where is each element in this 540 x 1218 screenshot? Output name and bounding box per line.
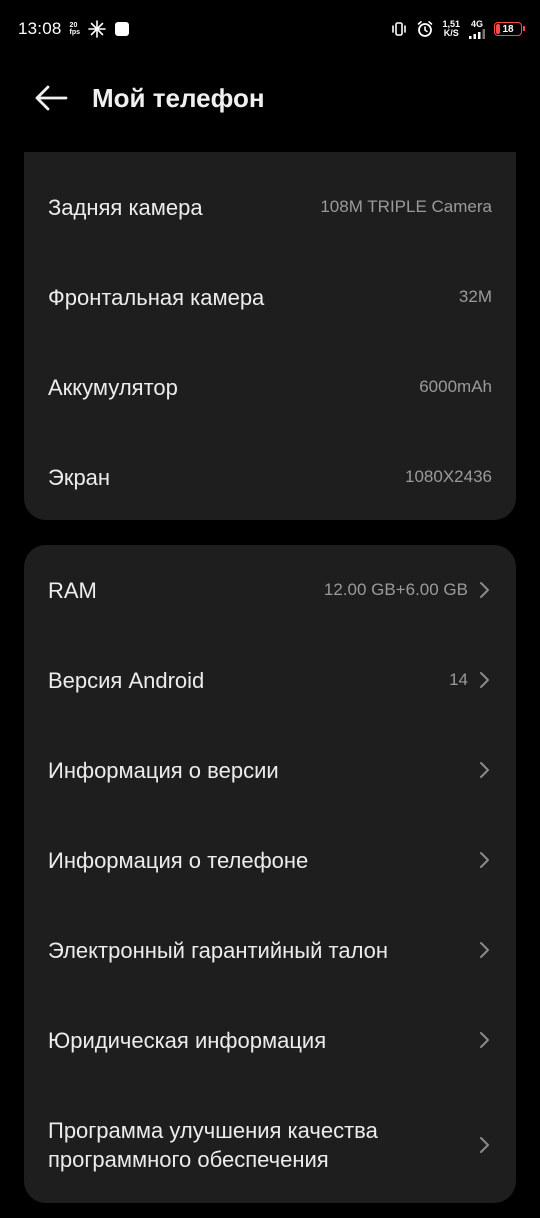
network-type-label: 4G — [470, 18, 483, 29]
spec-label: Задняя камера — [48, 194, 203, 220]
battery-fill — [496, 24, 500, 34]
app-header: Мой телефон — [0, 58, 540, 138]
menu-item-label: Информация о версии — [48, 757, 279, 783]
specs-card: Задняя камера 108M TRIPLE Camera Фронтал… — [24, 152, 516, 520]
status-time: 13:08 — [18, 19, 62, 38]
menu-item-value: 12.00 GB+6.00 GB — [323, 580, 468, 599]
menu-item-phone-info[interactable]: Информация о телефоне — [24, 815, 516, 905]
status-left: 13:08 20 fps — [18, 19, 130, 39]
menu-item-value: 14 — [449, 670, 468, 689]
menu-item-android-version[interactable]: Версия Android 14 — [24, 635, 516, 725]
vibrate-icon — [390, 21, 408, 37]
notification-square-icon — [114, 21, 130, 37]
spec-label: Экран — [48, 464, 111, 490]
spec-row-rear-camera: Задняя камера 108M TRIPLE Camera — [24, 162, 516, 252]
spec-row-battery: Аккумулятор 6000mAh — [24, 342, 516, 432]
chevron-right-icon — [478, 850, 492, 870]
spec-value: 32M — [458, 287, 492, 306]
menu-item-label: Юридическая информация — [48, 1027, 327, 1053]
menu-item-improvement-program[interactable]: Программа улучшения качества программног… — [24, 1085, 516, 1203]
status-bar: 13:08 20 fps 1,51 K/S 4G 18 — [0, 0, 540, 58]
alarm-icon — [416, 20, 434, 38]
spec-label: Аккумулятор — [48, 374, 178, 400]
status-right: 1,51 K/S 4G 18 — [390, 18, 525, 39]
back-button[interactable] — [24, 71, 78, 125]
menu-item-label: Программа улучшения качества программног… — [48, 1118, 378, 1172]
spec-value: 6000mAh — [419, 377, 492, 396]
spec-row-front-camera: Фронтальная камера 32M — [24, 252, 516, 342]
battery-level: 18 — [502, 23, 514, 35]
menu-item-label: RAM — [48, 577, 97, 603]
network-speed-unit: K/S — [443, 28, 459, 38]
network-speed: 1,51 K/S — [442, 20, 460, 38]
page-title: Мой телефон — [92, 82, 265, 113]
menu-item-label: Информация о телефоне — [48, 847, 309, 873]
fps-indicator: 20 fps — [70, 22, 81, 36]
chevron-right-icon — [478, 670, 492, 690]
menu-item-version-info[interactable]: Информация о версии — [24, 725, 516, 815]
network-type: 4G — [468, 18, 486, 39]
spec-row-screen: Экран 1080X2436 — [24, 432, 516, 520]
menu-item-ram[interactable]: RAM 12.00 GB+6.00 GB — [24, 545, 516, 635]
battery-indicator: 18 — [494, 22, 525, 36]
chevron-right-icon — [478, 1135, 492, 1155]
back-arrow-icon — [35, 85, 68, 111]
chevron-right-icon — [478, 760, 492, 780]
fps-unit: fps — [69, 29, 81, 36]
menu-item-warranty[interactable]: Электронный гарантийный талон — [24, 905, 516, 995]
spec-label: Фронтальная камера — [48, 284, 265, 310]
chevron-right-icon — [478, 1030, 492, 1050]
fps-value: 20 — [69, 22, 78, 29]
spec-value: 1080X2436 — [405, 467, 492, 486]
menu-item-label: Версия Android — [48, 667, 205, 693]
chevron-right-icon — [478, 940, 492, 960]
signal-icon — [469, 28, 485, 39]
spec-value: 108M TRIPLE Camera — [320, 197, 492, 216]
menu-card: RAM 12.00 GB+6.00 GB Версия Android 14 И… — [24, 545, 516, 1203]
menu-item-legal[interactable]: Юридическая информация — [24, 995, 516, 1085]
menu-item-label: Электронный гарантийный талон — [48, 937, 389, 963]
chevron-right-icon — [478, 580, 492, 600]
sparkle-icon — [88, 20, 106, 38]
